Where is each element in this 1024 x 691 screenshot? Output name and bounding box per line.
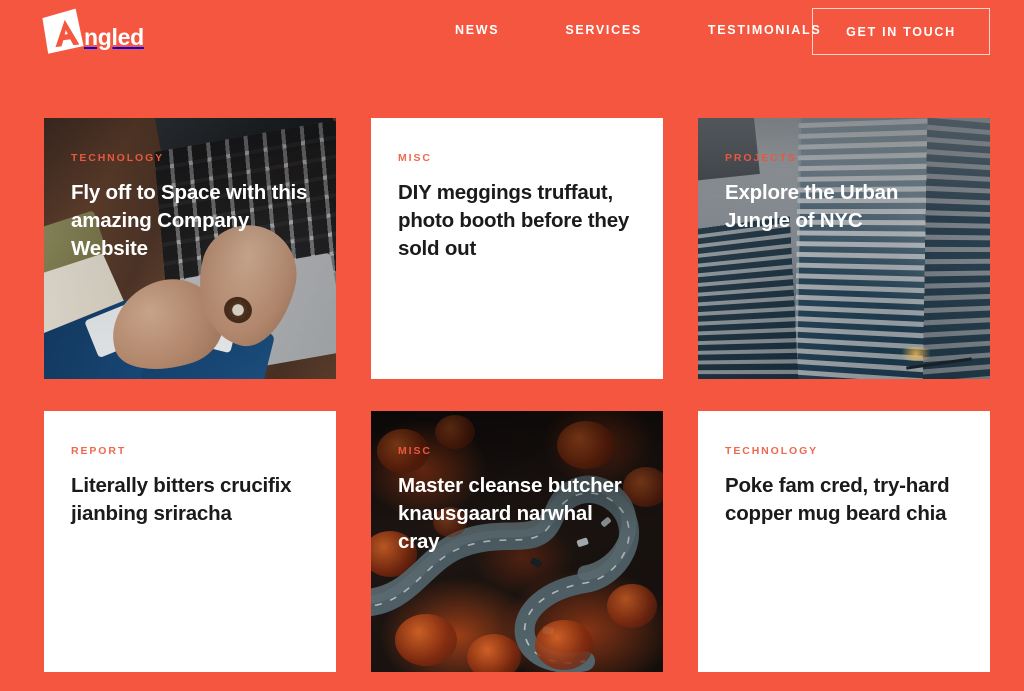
site-header: ngled News Services Testimonials Get in … [0, 0, 1024, 65]
card-content: Report Literally bitters crucifix jianbi… [44, 411, 336, 528]
card-category[interactable]: Technology [725, 445, 962, 457]
card-title[interactable]: Explore the Urban Jungle of NYC [725, 179, 962, 235]
nav-item-testimonials[interactable]: Testimonials [708, 23, 821, 37]
card-category[interactable]: Technology [71, 152, 308, 164]
main-nav: News Services Testimonials [455, 23, 821, 37]
article-card-grid: Technology Fly off to Space with this am… [44, 118, 990, 672]
card-title[interactable]: Master cleanse butcher knausgaard narwha… [398, 472, 635, 556]
brand-wordmark: ngled [84, 23, 144, 50]
article-card[interactable]: Misc Master cleanse butcher knausgaard n… [371, 411, 663, 672]
card-category[interactable]: Projects [725, 152, 962, 164]
card-content: Misc DIY meggings truffaut, photo booth … [371, 118, 663, 263]
card-content: Projects Explore the Urban Jungle of NYC [698, 118, 990, 235]
card-title[interactable]: Poke fam cred, try-hard copper mug beard… [725, 472, 962, 528]
card-title[interactable]: Literally bitters crucifix jianbing srir… [71, 472, 308, 528]
card-content: Misc Master cleanse butcher knausgaard n… [371, 411, 663, 556]
article-card[interactable]: Misc DIY meggings truffaut, photo booth … [371, 118, 663, 379]
card-content: Technology Poke fam cred, try-hard coppe… [698, 411, 990, 528]
article-card[interactable]: Technology Poke fam cred, try-hard coppe… [698, 411, 990, 672]
card-category[interactable]: Misc [398, 152, 635, 164]
card-content: Technology Fly off to Space with this am… [44, 118, 336, 263]
nav-item-news[interactable]: News [455, 23, 499, 37]
card-category[interactable]: Misc [398, 445, 635, 457]
nav-item-services[interactable]: Services [565, 23, 642, 37]
card-title[interactable]: DIY meggings truffaut, photo booth befor… [398, 179, 635, 263]
article-card[interactable]: Report Literally bitters crucifix jianbi… [44, 411, 336, 672]
card-title[interactable]: Fly off to Space with this amazing Compa… [71, 179, 308, 263]
article-card[interactable]: Technology Fly off to Space with this am… [44, 118, 336, 379]
article-card[interactable]: Projects Explore the Urban Jungle of NYC [698, 118, 990, 379]
brand-logo[interactable]: ngled [38, 4, 144, 60]
angled-logo-icon [38, 8, 90, 56]
card-category[interactable]: Report [71, 445, 308, 457]
get-in-touch-button[interactable]: Get in Touch [812, 8, 990, 55]
